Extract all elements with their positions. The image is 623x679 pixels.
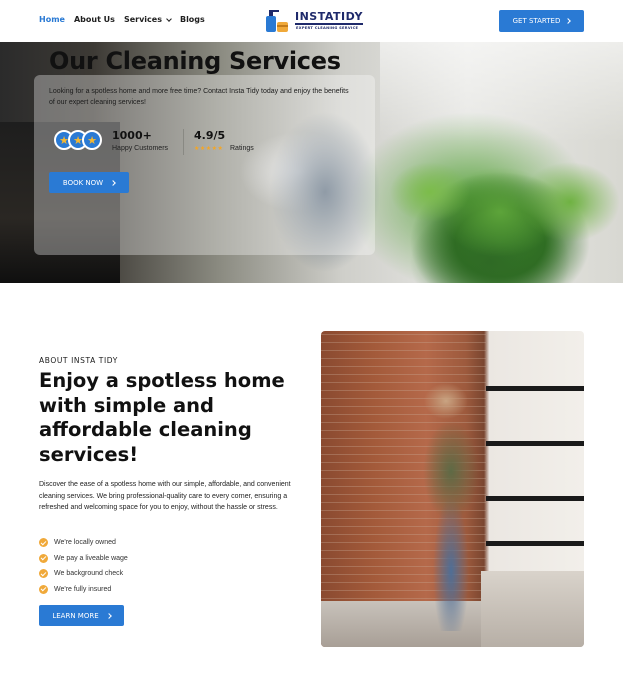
top-nav: Home About Us Services Blogs INSTATIDY E… [0,0,623,42]
feature-checklist: We're locally owned We pay a liveable wa… [39,535,128,597]
nav-link-about-us[interactable]: About Us [74,15,115,24]
nav-links: Home About Us Services Blogs [39,15,205,24]
hero-section [0,42,623,283]
logo-tagline: EXPERT CLEANING SERVICE [296,26,359,30]
about-title: Enjoy a spotless home with simple and af… [39,369,285,466]
check-circle-icon [39,553,48,563]
rating-value: 4.9/5 [194,129,226,142]
checklist-item: We're locally owned [39,535,128,551]
stat-divider [183,129,184,155]
check-circle-icon [39,584,48,594]
brand-logo[interactable]: INSTATIDY EXPERT CLEANING SERVICE [262,6,363,36]
checklist-item: We're fully insured [39,582,128,598]
cabinet [481,571,584,647]
chevron-right-icon [110,179,116,186]
happy-customers-count: 1000+ [112,129,152,142]
get-started-button[interactable]: GET STARTED [499,10,584,32]
nav-link-blogs[interactable]: Blogs [180,15,205,24]
check-circle-icon [39,538,48,548]
rating-label: Ratings [230,145,254,152]
nav-link-home[interactable]: Home [39,15,65,24]
hero-description: Looking for a spotless home and more fre… [49,88,349,106]
chevron-down-icon [166,15,172,22]
book-now-button[interactable]: BOOK NOW [49,172,129,193]
about-description: Discover the ease of a spotless home wit… [39,481,291,511]
person-cleaning [416,371,486,631]
rating-badge: ★ ★ ★ [54,130,102,150]
hero-title: Our Cleaning Services [49,47,341,75]
chevron-right-icon [105,612,112,619]
nav-link-services[interactable]: Services [124,15,172,24]
chevron-right-icon [565,18,572,24]
checklist-item: We pay a liveable wage [39,551,128,567]
logo-wordmark: INSTATIDY [295,10,363,25]
cleaning-bottle-icon [266,10,288,32]
shelf [486,541,584,546]
about-photo [321,331,584,647]
checklist-item: We background check [39,566,128,582]
shelf [486,386,584,391]
hero-background-plant [370,132,620,283]
star-icon: ★ [82,130,102,150]
check-circle-icon [39,569,48,579]
rating-stars: ★★★★★ [194,145,224,152]
about-eyebrow: ABOUT INSTA TIDY [39,356,118,365]
happy-customers-label: Happy Customers [112,145,169,152]
learn-more-button[interactable]: LEARN MORE [39,605,124,626]
shelf [486,496,584,501]
shelf [486,441,584,446]
hero-background-window [380,42,623,142]
